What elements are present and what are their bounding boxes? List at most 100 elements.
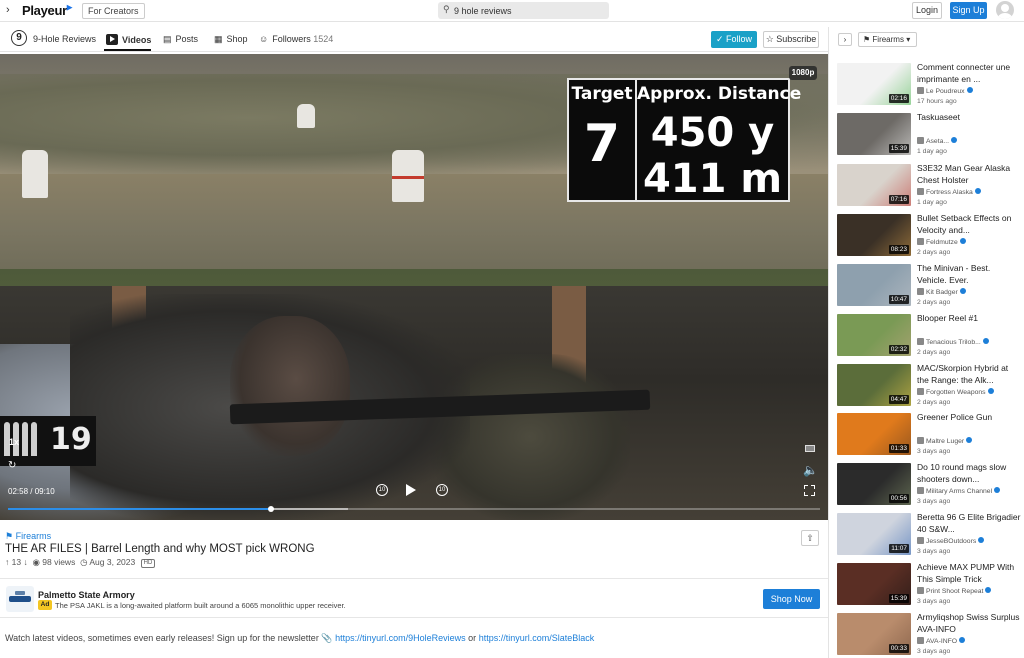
related-video-item[interactable]: 01:33 Greener Police Gun Maltre Luger 3 day…: [837, 412, 1023, 459]
related-video-channel[interactable]: Kit Badger: [917, 288, 1021, 296]
related-video-channel[interactable]: AVA-INFO: [917, 637, 1021, 645]
related-video-title[interactable]: Taskuaseet: [917, 112, 1021, 136]
related-video-title[interactable]: Greener Police Gun: [917, 412, 1021, 436]
related-video-age: 1 day ago: [917, 199, 947, 206]
playeur-logo[interactable]: Playeur▶: [22, 3, 72, 18]
channel-avatar[interactable]: 9: [11, 30, 27, 46]
tab-followers[interactable]: ☺ Followers 1524: [259, 34, 333, 44]
playback-speed-button[interactable]: 1x: [9, 437, 19, 447]
ad-banner[interactable]: Palmetto State Armory Ad The PSA JAKL is…: [0, 578, 828, 618]
video-thumbnail[interactable]: 00:33: [837, 613, 911, 655]
tab-shop[interactable]: ▦ Shop: [214, 34, 248, 45]
rewind-10-icon[interactable]: 10: [376, 484, 388, 496]
video-description: Watch latest videos, sometimes even earl…: [5, 633, 594, 644]
for-creators-button[interactable]: For Creators: [82, 3, 145, 19]
newsletter-link-1[interactable]: https://tinyurl.com/9HoleReviews: [335, 633, 466, 643]
related-video-channel[interactable]: Print Shoot Repeat: [917, 587, 1021, 595]
related-video-item[interactable]: 00:56 Do 10 round mags slow shooters down…: [837, 462, 1023, 509]
quality-badge[interactable]: 1080p: [789, 66, 817, 80]
captions-icon[interactable]: [805, 445, 815, 452]
related-video-item[interactable]: 02:32 Blooper Reel #1 Tenacious Trilob... 2…: [837, 313, 1023, 360]
loop-icon[interactable]: ↻: [8, 460, 16, 471]
video-thumbnail[interactable]: 11:07: [837, 513, 911, 555]
signup-button[interactable]: Sign Up: [950, 2, 987, 19]
category-link[interactable]: ⚑ Firearms: [5, 531, 51, 542]
shop-now-button[interactable]: Shop Now: [763, 589, 820, 609]
newsletter-link-2[interactable]: https://tinyurl.com/SlateBlack: [479, 633, 595, 643]
video-thumbnail[interactable]: 07:16: [837, 164, 911, 206]
channel-name[interactable]: 9-Hole Reviews: [33, 34, 96, 44]
related-video-channel[interactable]: Feldmutze: [917, 238, 1021, 246]
channel-name: Feldmutze: [926, 239, 958, 246]
related-video-title[interactable]: MAC/Skorpion Hybrid at the Range: the Al…: [917, 363, 1021, 387]
menu-chevron-icon[interactable]: ›: [6, 4, 10, 16]
related-video-title[interactable]: The Minivan - Best. Vehicle. Ever.: [917, 263, 1021, 287]
video-thumbnail[interactable]: 02:32: [837, 314, 911, 356]
subscribe-button[interactable]: ☆ Subscribe: [763, 31, 819, 48]
channel-avatar-icon: [917, 587, 924, 594]
fullscreen-icon[interactable]: [804, 485, 815, 496]
related-video-item[interactable]: 04:47 MAC/Skorpion Hybrid at the Range: t…: [837, 363, 1023, 410]
related-video-channel[interactable]: Military Arms Channel: [917, 487, 1021, 495]
category-filter-dropdown[interactable]: ⚑ Firearms ▾: [858, 32, 917, 47]
related-video-channel[interactable]: Tenacious Trilob...: [917, 338, 1021, 346]
video-player[interactable]: Target 7 Approx. Distance 450 y 411 m 10…: [0, 54, 828, 520]
related-video-item[interactable]: 15:39 Achieve MAX PUMP With This Simple T…: [837, 562, 1023, 609]
search-box[interactable]: ⚲: [438, 2, 609, 19]
channel-avatar-icon: [917, 137, 924, 144]
related-video-item[interactable]: 07:16 S3E32 Man Gear Alaska Chest Holster…: [837, 163, 1023, 210]
verified-icon: [959, 238, 966, 244]
volume-icon[interactable]: 🔈: [803, 463, 818, 477]
channel-name: AVA-INFO: [926, 638, 958, 645]
related-video-title[interactable]: Armyliqshop Swiss Surplus AVA-INFO: [917, 612, 1021, 636]
video-thumbnail[interactable]: 04:47: [837, 364, 911, 406]
related-sidebar: › ⚑ Firearms ▾ 02:16 Comment connecter un…: [828, 27, 1024, 658]
advertiser-name[interactable]: Palmetto State Armory: [38, 590, 135, 600]
video-thumbnail[interactable]: 08:23: [837, 214, 911, 256]
user-avatar-icon[interactable]: [996, 1, 1014, 19]
sidebar-collapse-icon[interactable]: ›: [838, 33, 852, 46]
seek-handle[interactable]: [267, 506, 274, 512]
related-video-title[interactable]: S3E32 Man Gear Alaska Chest Holster: [917, 163, 1021, 187]
share-icon[interactable]: ⇧: [801, 530, 819, 546]
related-video-title[interactable]: Blooper Reel #1: [917, 313, 1021, 337]
related-video-title[interactable]: Do 10 round mags slow shooters down...: [917, 462, 1021, 486]
related-video-title[interactable]: Achieve MAX PUMP With This Simple Trick: [917, 562, 1021, 586]
upvote-icon[interactable]: ↑: [5, 557, 9, 567]
related-video-item[interactable]: 15:39 Taskuaseet Aseta... 1 day ago: [837, 112, 1023, 159]
related-video-item[interactable]: 11:07 Beretta 96 G Elite Brigadier 40 S&W…: [837, 512, 1023, 559]
related-video-item[interactable]: 00:33 Armyliqshop Swiss Surplus AVA-INFO A…: [837, 612, 1023, 658]
related-video-channel[interactable]: Forgotten Weapons: [917, 388, 1021, 396]
downvote-icon[interactable]: ↓: [23, 557, 27, 567]
tab-videos[interactable]: Videos: [106, 34, 151, 45]
seek-bar[interactable]: [8, 506, 820, 512]
search-icon[interactable]: ⚲: [443, 4, 450, 15]
top-bar: › Playeur▶ For Creators ⚲ Login Sign Up: [0, 0, 1024, 22]
login-button[interactable]: Login: [912, 2, 942, 19]
video-duration: 15:39: [888, 594, 909, 603]
related-video-item[interactable]: 08:23 Bullet Setback Effects on Velocity …: [837, 213, 1023, 260]
video-thumbnail[interactable]: 00:56: [837, 463, 911, 505]
related-video-title[interactable]: Beretta 96 G Elite Brigadier 40 S&W...: [917, 512, 1021, 536]
related-video-channel[interactable]: Fortress Alaska: [917, 188, 1021, 196]
related-video-title[interactable]: Comment connecter une imprimante en ...: [917, 62, 1021, 86]
video-thumbnail[interactable]: 15:39: [837, 563, 911, 605]
related-video-channel[interactable]: JesseBOutdoors: [917, 537, 1021, 545]
follow-button[interactable]: ✓ Follow: [711, 31, 757, 48]
forward-10-icon[interactable]: 10: [436, 484, 448, 496]
tab-posts[interactable]: ▤ Posts: [163, 34, 198, 45]
related-video-channel[interactable]: Maltre Luger: [917, 437, 1021, 445]
advertiser-logo: [6, 586, 34, 612]
video-thumbnail[interactable]: 02:16: [837, 63, 911, 105]
related-video-title[interactable]: Bullet Setback Effects on Velocity and..…: [917, 213, 1021, 237]
video-thumbnail[interactable]: 10:47: [837, 264, 911, 306]
video-thumbnail[interactable]: 01:33: [837, 413, 911, 455]
play-icon[interactable]: [406, 484, 416, 496]
video-thumbnail[interactable]: 15:39: [837, 113, 911, 155]
related-video-channel[interactable]: Aseta...: [917, 137, 1021, 145]
related-video-item[interactable]: 10:47 The Minivan - Best. Vehicle. Ever. K…: [837, 263, 1023, 310]
related-video-channel[interactable]: Le Poudreux: [917, 87, 1021, 95]
related-video-item[interactable]: 02:16 Comment connecter une imprimante en…: [837, 62, 1023, 109]
search-input[interactable]: [454, 4, 604, 17]
related-video-age: 2 days ago: [917, 399, 951, 406]
